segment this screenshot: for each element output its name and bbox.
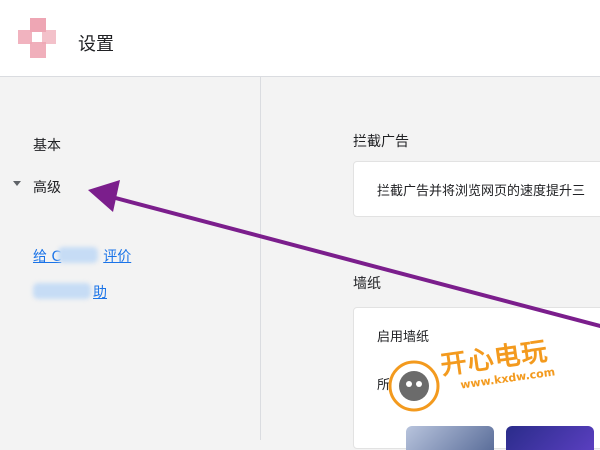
redacted-text [33,283,91,299]
section-title-wallpaper: 墙纸 [353,276,381,292]
sidebar-item-label: 高级 [33,180,61,196]
adblock-description: 拦截广告并将浏览网页的速度提升三 [377,184,586,199]
adblock-card[interactable]: 拦截广告并将浏览网页的速度提升三 [353,161,600,217]
page-title: 设置 [78,34,114,55]
link-text-suffix: 助 [93,285,107,301]
redacted-text [58,247,98,263]
sidebar-item-basic[interactable]: 基本 [33,135,61,155]
settings-sidebar: 基本 高级 给 C 评价 助 [0,77,261,440]
caret-down-icon [13,181,21,186]
app-logo-icon [18,18,60,60]
sidebar-item-advanced[interactable]: 高级 [13,177,61,197]
watermark-mascot-icon [388,360,440,412]
section-title-adblock: 拦截广告 [353,134,409,150]
link-text-suffix: 评价 [103,249,132,265]
settings-header: 设置 [0,0,600,77]
watermark-logo: 开心电玩 www.kxdw.com [380,330,595,430]
link-text-prefix: 给 C [33,249,62,265]
